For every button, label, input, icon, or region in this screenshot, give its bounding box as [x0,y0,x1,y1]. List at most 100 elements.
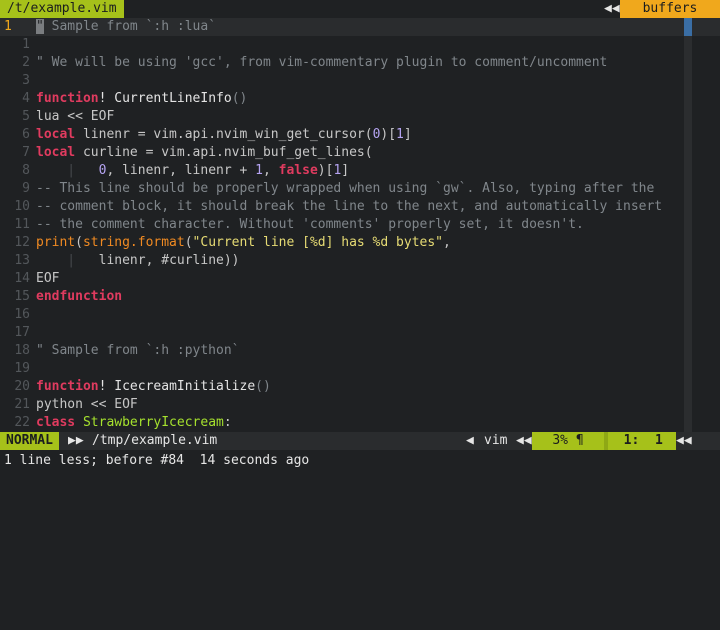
code-line[interactable]: 7 local curline = vim.api.nvim_buf_get_li… [0,144,720,162]
code-line[interactable]: 18 " Sample from `:h :python` [0,342,720,360]
line-number: 21 [14,397,30,412]
code-token: local [36,145,76,160]
code-token: , linenr, linenr + [106,163,256,178]
line-text: python << EOF [36,396,138,414]
tab-active-file[interactable]: /t/example.vim [0,0,124,18]
scrollbar-thumb[interactable] [684,18,692,36]
command-line-message: 1 line less; before #84 14 seconds ago [4,453,310,468]
line-number: 13 [14,253,30,268]
line-text: local curline = vim.api.nvim_buf_get_lin… [36,144,373,162]
line-number: 3 [22,73,30,88]
line-text: " Sample from `:h :python` [36,342,240,360]
line-text: | linenr, #curline)) [36,252,240,270]
file-path: /tmp/example.vim [92,433,218,448]
line-text: | 0, linenr, linenr + 1, false)[1] [36,162,349,180]
mode-indicator: NORMAL [0,432,59,450]
code-token: function [36,91,99,106]
line-number: 16 [14,307,30,322]
line-text: -- the comment character. Without 'comme… [36,216,584,234]
code-token: print [36,235,76,250]
code-line[interactable]: 14 EOF [0,270,720,288]
code-line[interactable]: 20 function! IcecreamInitialize() [0,378,720,396]
line-text: " We will be using 'gcc', from vim-comme… [36,54,607,72]
scroll-percent: 3% ¶ [532,432,604,450]
text-cursor: " [36,19,44,34]
code-token: () [255,379,271,394]
code-token: ] [403,127,412,142]
separator-arrow: ◀ [466,433,474,448]
line-number: 5 [22,109,30,124]
code-token: linenr, #curline)) [98,253,240,268]
code-token: | [36,163,99,178]
code-token: () [231,91,248,106]
separator-arrow: ◀◀ [676,433,692,448]
separator-arrow: ▶▶ [68,433,84,448]
line-number: 20 [14,379,30,394]
line-number: 7 [22,145,30,160]
line-text: -- This line should be properly wrapped … [36,180,654,198]
code-token: ( [184,235,193,250]
code-line[interactable]: 19 [0,360,720,378]
code-token: 1 [396,127,404,142]
code-token: curline = vim.api.nvim_buf_get_lines( [75,145,373,160]
code-line[interactable]: 1 " Sample from `:h :lua` [0,18,720,36]
filetype: vim [484,433,508,448]
code-token: , [443,235,451,250]
line-number: 15 [14,289,30,304]
code-token: )[ [380,127,397,142]
line-number: 2 [22,55,30,70]
line-number: 17 [14,325,30,340]
code-line[interactable]: 4 function! CurrentLineInfo() [0,90,720,108]
separator-arrow: ◀◀ [516,433,532,448]
code-line[interactable]: 5 lua << EOF [0,108,720,126]
line-text: EOF [36,270,59,288]
code-line[interactable]: 17 [0,324,720,342]
code-line[interactable]: 3 [0,72,720,90]
code-line[interactable]: 10 -- comment block, it should break the … [0,198,720,216]
code-token: lua << EOF [36,109,115,124]
code-line[interactable]: 2 " We will be using 'gcc', from vim-comm… [0,54,720,72]
code-token: ! IcecreamInitialize [98,379,256,394]
code-token: | [36,253,99,268]
code-line[interactable]: 11 -- the comment character. Without 'com… [0,216,720,234]
code-line[interactable]: 9 -- This line should be properly wrapped… [0,180,720,198]
code-line[interactable]: 16 [0,306,720,324]
line-number: 18 [14,343,30,358]
line-number: 12 [14,235,30,250]
line-text: function! IcecreamInitialize() [36,378,271,396]
tab-buffers[interactable]: buffers [620,0,720,18]
line-number: 1 [22,37,30,52]
code-token: " We will be using 'gcc', from vim-comme… [36,55,608,70]
line-text: local linenr = vim.api.nvim_win_get_curs… [36,126,412,144]
statusline: NORMAL ▶▶ /tmp/example.vim ◀ vim ◀◀ 3% ¶… [0,432,720,450]
code-token: class [36,415,76,430]
command-line[interactable]: 1 line less; before #84 14 seconds ago [0,450,720,480]
code-line[interactable]: 8 | 0, linenr, linenr + 1, false)[1] [0,162,720,180]
code-token: false [278,163,318,178]
scrollbar[interactable] [684,18,692,432]
code-token: , [263,163,279,178]
code-line[interactable]: 6 local linenr = vim.api.nvim_win_get_cur… [0,126,720,144]
tabline: /t/example.vim ◀◀ buffers [0,0,720,18]
line-text: print(string.format("Current line [%d] h… [36,234,451,252]
line-text: function! CurrentLineInfo() [36,90,247,108]
code-line[interactable]: 21 python << EOF [0,396,720,414]
code-line[interactable]: 22 class StrawberryIcecream: [0,414,720,432]
line-number: 6 [22,127,30,142]
code-token: ! CurrentLineInfo [98,91,232,106]
code-token: python << EOF [36,397,138,412]
editor-window[interactable]: 1 " Sample from `:h :lua` 1 2 " We will be u… [0,18,720,432]
code-line[interactable]: 13 | linenr, #curline)) [0,252,720,270]
code-token: local [36,127,76,142]
code-line[interactable]: 15 endfunction [0,288,720,306]
line-text: lua << EOF [36,108,114,126]
code-line[interactable]: 12 print(string.format("Current line [%d]… [0,234,720,252]
line-number: 9 [22,181,30,196]
code-token: function [36,379,99,394]
code-token: StrawberryIcecream [75,415,224,430]
line-text: endfunction [36,288,122,306]
line-text: " Sample from `:h :lua` [36,18,216,36]
code-token: " Sample from `:h :python` [36,343,240,358]
code-token: linenr = vim.api.nvim_win_get_cursor( [75,127,373,142]
code-line[interactable]: 1 [0,36,720,54]
